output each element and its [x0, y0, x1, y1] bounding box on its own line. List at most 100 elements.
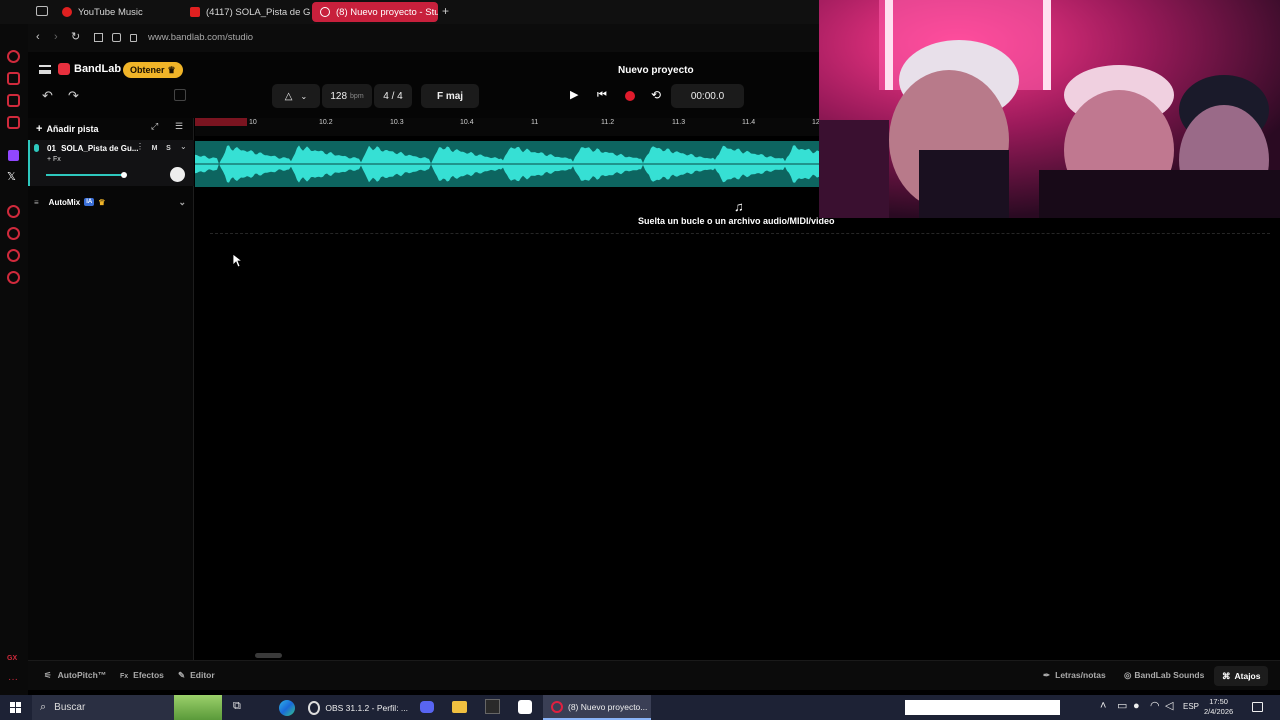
- command-icon: ⌘: [1222, 670, 1231, 681]
- battery-icon: ▭: [1117, 700, 1128, 712]
- browser-sidebar: 𝕏 GX ···: [0, 0, 28, 695]
- url-field[interactable]: www.bandlab.com/studio: [148, 32, 253, 43]
- sidebar-icon-7[interactable]: [7, 249, 20, 262]
- lyrics-button[interactable]: ✒ Letras/notas: [1043, 670, 1106, 681]
- fx-icon: Fx: [120, 673, 129, 680]
- automix-row[interactable]: ≡ AutoMix IA ♛ ⌄: [28, 194, 194, 210]
- language-indicator[interactable]: ESP: [1183, 702, 1199, 711]
- back-icon[interactable]: ‹: [36, 32, 40, 43]
- tempo-field[interactable]: 128 bpm: [322, 84, 372, 108]
- autopitch-button[interactable]: ⚟ AutoPitch™: [44, 670, 106, 681]
- ruler-tick: 10: [249, 119, 257, 126]
- expand-track-icon[interactable]: ⌄: [180, 143, 187, 151]
- add-track-label: Añadir pista: [46, 123, 99, 134]
- windows-start-icon[interactable]: [10, 702, 21, 713]
- settings-icon[interactable]: [7, 271, 20, 284]
- fx-button[interactable]: + Fx: [47, 156, 61, 163]
- upgrade-button[interactable]: Obtener ♛: [123, 62, 183, 78]
- effects-label: Efectos: [133, 670, 164, 680]
- volume-icon[interactable]: ◁: [1165, 701, 1173, 712]
- chevron-up-icon[interactable]: ˄: [1100, 701, 1106, 712]
- edge-icon[interactable]: [279, 700, 295, 716]
- tab-youtube-music[interactable]: YouTube Music: [54, 2, 184, 22]
- taskbar-active-window[interactable]: (8) Nuevo proyecto...: [543, 695, 651, 720]
- sidebar-icon-2[interactable]: [7, 72, 20, 85]
- track-options-icon[interactable]: ⋮: [136, 143, 144, 151]
- forward-icon[interactable]: ›: [54, 32, 58, 43]
- track-panel: + Añadir pista ⤢ ☰ 01 SOLA_Pista de Gu..…: [28, 118, 194, 660]
- file-explorer-icon[interactable]: [452, 701, 467, 713]
- chevron-down-icon[interactable]: ⌄: [178, 197, 186, 208]
- track-row[interactable]: 01 SOLA_Pista de Gu... ⋮ M S ⌄ + Fx: [28, 140, 194, 186]
- rewind-button[interactable]: ⏮: [597, 90, 607, 101]
- sidebar-icon-3[interactable]: [7, 94, 20, 107]
- record-button[interactable]: [625, 91, 635, 101]
- menu-icon[interactable]: [39, 65, 51, 74]
- tab-title: YouTube Music: [78, 6, 143, 18]
- search-icon: ⌕: [40, 701, 47, 713]
- shortcuts-button[interactable]: ⌘ Atajos: [1214, 666, 1269, 686]
- snapshot-icon[interactable]: [112, 33, 121, 42]
- sidebar-icon-6[interactable]: [7, 227, 20, 240]
- taskbar-search[interactable]: ⌕ Buscar: [32, 695, 222, 720]
- sidebar-icon-5[interactable]: [7, 205, 20, 218]
- wifi-icon[interactable]: ◠: [1150, 701, 1160, 712]
- clock[interactable]: 17:50 2/4/2026: [1204, 697, 1233, 717]
- x-icon[interactable]: 𝕏: [7, 172, 16, 183]
- bandlab-logo-icon: [58, 63, 70, 75]
- key-field[interactable]: F maj: [421, 84, 479, 108]
- undo-icon[interactable]: ↶: [42, 89, 53, 102]
- new-tab-button[interactable]: +: [442, 5, 449, 17]
- tab-youtube-video[interactable]: (4117) SOLA_Pista de Gua: [182, 2, 310, 22]
- tab-bandlab-studio[interactable]: (8) Nuevo proyecto - Stud: [312, 2, 438, 22]
- play-button[interactable]: ▶: [570, 90, 578, 101]
- metronome-button[interactable]: △ ⌄: [272, 84, 320, 108]
- automix-icon: ≡: [34, 197, 39, 207]
- reload-icon[interactable]: ↻: [71, 32, 80, 43]
- horizontal-scrollbar[interactable]: [255, 653, 282, 658]
- search-placeholder: Buscar: [54, 702, 86, 713]
- volume-slider[interactable]: [46, 174, 124, 176]
- sidebar-icon-1[interactable]: [7, 50, 20, 63]
- ruler-tick: 11.4: [742, 119, 756, 126]
- taskbar-obs[interactable]: OBS 31.1.2 - Perfil: ...: [308, 695, 408, 720]
- add-loop-icon: ♫: [734, 199, 744, 214]
- opera-gx-icon: [551, 700, 563, 713]
- sounds-label: BandLab Sounds: [1134, 670, 1205, 680]
- bandlab-sounds-button[interactable]: ◎ BandLab Sounds: [1124, 670, 1204, 681]
- gx-icon[interactable]: GX: [7, 655, 17, 662]
- timeline-ruler[interactable]: 10 10.2 10.3 10.4 11 11.2 11.3 11.4 12: [195, 118, 820, 136]
- address-bar: ‹ › ↻ www.bandlab.com/studio: [28, 24, 820, 52]
- automation-icon[interactable]: ⤢: [151, 122, 158, 131]
- discord-icon[interactable]: [420, 701, 434, 713]
- project-title[interactable]: Nuevo proyecto: [618, 65, 694, 76]
- pan-knob[interactable]: [170, 167, 185, 182]
- redo-icon[interactable]: ↷: [68, 89, 79, 102]
- loop-region[interactable]: [195, 118, 247, 126]
- effects-button[interactable]: Fx Efectos: [120, 670, 164, 680]
- taskbar-toolbar-input[interactable]: [905, 700, 1060, 715]
- tab-menu-icon[interactable]: [36, 6, 48, 16]
- sidebar-icon-4[interactable]: [7, 116, 20, 129]
- more-icon[interactable]: ···: [8, 675, 18, 685]
- task-view-icon[interactable]: ⧉: [233, 701, 241, 712]
- volume-handle[interactable]: [121, 172, 127, 178]
- piano-roll-icon[interactable]: [174, 89, 186, 101]
- ruler-tick: 10.3: [390, 119, 404, 126]
- reader-icon[interactable]: [94, 33, 103, 42]
- notification-icon[interactable]: [1252, 702, 1263, 712]
- time-signature-field[interactable]: 4 / 4: [374, 84, 412, 108]
- twitch-icon[interactable]: [8, 150, 19, 161]
- audio-clip[interactable]: [195, 141, 820, 187]
- bandlab-logo[interactable]: BandLab: [58, 63, 121, 75]
- studio-header: BandLab Obtener ♛ Nuevo proyecto ↶ ↷ △ ⌄…: [28, 52, 820, 118]
- solo-button[interactable]: S: [163, 143, 174, 154]
- editor-button[interactable]: ✎ Editor: [178, 670, 215, 681]
- capcut-icon[interactable]: [518, 700, 532, 714]
- add-track-button[interactable]: + Añadir pista: [36, 121, 98, 136]
- youtube-music-icon: [62, 7, 72, 17]
- loop-button[interactable]: ⟲: [651, 89, 661, 101]
- mute-button[interactable]: M: [149, 143, 160, 154]
- app-icon[interactable]: [485, 699, 500, 714]
- tracks-settings-icon[interactable]: ☰: [175, 122, 183, 131]
